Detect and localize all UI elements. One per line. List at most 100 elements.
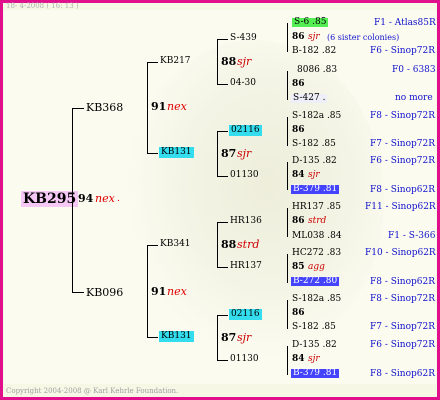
gen2-tag: sjr xyxy=(237,55,252,68)
gen4-score: 86 xyxy=(292,125,305,135)
tree-connector xyxy=(217,315,228,316)
gen4-sire-id[interactable]: S-182a .85 xyxy=(292,112,341,121)
gen4-score: 86 xyxy=(292,79,305,89)
tree-connector xyxy=(287,71,288,100)
gen4-tag: sjr xyxy=(308,32,320,42)
gen3-queen-id[interactable]: 02116 xyxy=(229,125,262,136)
gen2-tag: sjr xyxy=(237,331,252,344)
sire-score: 91 xyxy=(151,100,167,113)
gen4-sire-id[interactable]: 8086 .83 xyxy=(297,66,337,75)
gen4-dam-ref: F6 - Sinop72R xyxy=(370,46,435,56)
gen4-dam-id[interactable]: S-427 . xyxy=(291,94,328,103)
gen2-queen-id[interactable]: KB217 xyxy=(160,57,191,66)
tree-connector xyxy=(217,315,218,361)
tree-connector xyxy=(147,62,148,154)
gen4-tag: sjr xyxy=(308,170,320,180)
gen4-sire-id[interactable]: HR137 .85 xyxy=(292,203,341,212)
tree-connector xyxy=(287,346,288,375)
gen2-score: 88 xyxy=(221,55,237,68)
gen4-dam-id[interactable]: B-272 .80 xyxy=(291,277,340,286)
gen4-dam-ref: F1 - S-366 xyxy=(388,231,436,241)
gen2-queen-id[interactable]: KB131 xyxy=(159,331,194,342)
gen4-sire-id[interactable]: D-135 .82 xyxy=(292,341,337,350)
tree-connector xyxy=(287,117,288,146)
gen4-dam-id[interactable]: S-182 .85 xyxy=(292,323,336,332)
dam-score: 91 xyxy=(151,285,167,298)
tree-connector xyxy=(147,337,158,338)
gen4-score: 86 xyxy=(292,216,305,226)
gen4-score: 84 xyxy=(292,354,305,364)
gen4-dam-id[interactable]: S-182 .85 xyxy=(292,140,336,149)
gen2-score: 88 xyxy=(221,238,237,251)
gen3-queen-id[interactable]: 02116 xyxy=(229,309,262,320)
tree-connector xyxy=(217,176,228,177)
gen4-dam-ref: F8 - Sinop62R xyxy=(370,185,435,195)
gen3-queen-id[interactable]: HR137 xyxy=(230,262,262,271)
gen4-dam-ref: F8 - Sinop62R xyxy=(370,369,435,379)
tree-connector xyxy=(72,108,73,293)
gen4-score: 86 xyxy=(292,308,305,318)
gen4-score: 84 xyxy=(292,170,305,180)
gen4-sire-ref: F6 - Sinop72R xyxy=(370,156,435,166)
gen2-tag: strd xyxy=(237,238,260,251)
gen4-sire-ref: F10 - Sinop62R xyxy=(365,248,436,258)
gen4-tag: agg xyxy=(308,262,325,272)
tree-connector xyxy=(217,222,228,223)
gen4-sire-ref: F0 - 6383 xyxy=(392,65,436,75)
root-tag: nex xyxy=(95,192,115,205)
dam-id[interactable]: KB096 xyxy=(86,287,123,298)
gen3-queen-id[interactable]: HR136 xyxy=(230,217,262,226)
tree-connector xyxy=(287,23,288,52)
tree-connector xyxy=(217,267,228,268)
gen4-sire-id[interactable]: HC272 .83 xyxy=(292,249,341,258)
gen2-tag: sjr xyxy=(237,147,252,160)
gen4-sire-id[interactable]: S-182a .85 xyxy=(292,295,341,304)
root-score: 94 xyxy=(78,192,94,205)
sire-tag: nex xyxy=(167,100,187,113)
tree-connector xyxy=(287,300,288,329)
sire-id[interactable]: KB368 xyxy=(86,102,123,113)
tree-connector xyxy=(147,153,158,154)
dam-tag: nex xyxy=(167,285,187,298)
gen4-sire-ref: F8 - Sinop72R xyxy=(370,294,435,304)
tree-connector xyxy=(217,39,218,85)
gen3-queen-id[interactable]: 04-30 xyxy=(230,79,256,88)
gen4-dam-ref: F8 - Sinop62R xyxy=(370,277,435,287)
tree-connector xyxy=(217,360,228,361)
gen4-dam-ref: F7 - Sinop72R xyxy=(370,139,435,149)
tree-connector xyxy=(72,292,84,293)
gen4-dam-ref: no more xyxy=(395,93,433,103)
gen4-sire-ref: F1 - Atlas85R xyxy=(374,18,436,28)
root-queen-id[interactable]: KB295 xyxy=(21,191,79,207)
tree-connector xyxy=(287,254,288,283)
root-tag-dot: . xyxy=(117,194,120,204)
gen2-queen-id[interactable]: KB131 xyxy=(159,147,194,158)
tree-connector xyxy=(217,39,228,40)
gen4-sire-ref: F6 - Sinop72R xyxy=(370,340,435,350)
tree-connector xyxy=(147,245,158,246)
gen3-queen-id[interactable]: 01130 xyxy=(230,171,259,180)
gen4-score: 86 xyxy=(292,32,305,42)
gen4-dam-id[interactable]: B-379 .81 xyxy=(291,185,340,194)
tree-connector xyxy=(217,222,218,268)
tree-connector xyxy=(147,62,158,63)
gen4-dam-ref: F7 - Sinop72R xyxy=(370,322,435,332)
gen4-sire-id[interactable]: D-135 .82 xyxy=(292,157,337,166)
gen4-dam-id[interactable]: B-182 .82 xyxy=(292,47,336,56)
tree-connector xyxy=(217,131,228,132)
copyright-footer: Copyright 2004-2008 @ Karl Kehrle Founda… xyxy=(6,387,179,395)
gen2-score: 87 xyxy=(221,331,237,344)
gen4-sire-ref: F11 - Sinop62R xyxy=(365,202,436,212)
gen2-queen-id[interactable]: KB341 xyxy=(160,240,191,249)
gen3-queen-id[interactable]: 01130 xyxy=(230,355,259,364)
gen4-sire-id[interactable]: S-6 .85 xyxy=(292,18,329,27)
tree-connector xyxy=(287,162,288,190)
report-date: 18- 4-2008 ( 16: 13 ) xyxy=(6,2,79,10)
tree-connector xyxy=(72,108,84,109)
gen2-score: 87 xyxy=(221,147,237,160)
gen4-dam-id[interactable]: ML038 .84 xyxy=(292,232,342,241)
gen4-dam-id[interactable]: B-379 .81 xyxy=(291,369,340,378)
gen4-tag: sjr xyxy=(308,354,320,364)
tree-connector xyxy=(217,84,228,85)
gen3-queen-id[interactable]: S-439 xyxy=(230,34,257,43)
